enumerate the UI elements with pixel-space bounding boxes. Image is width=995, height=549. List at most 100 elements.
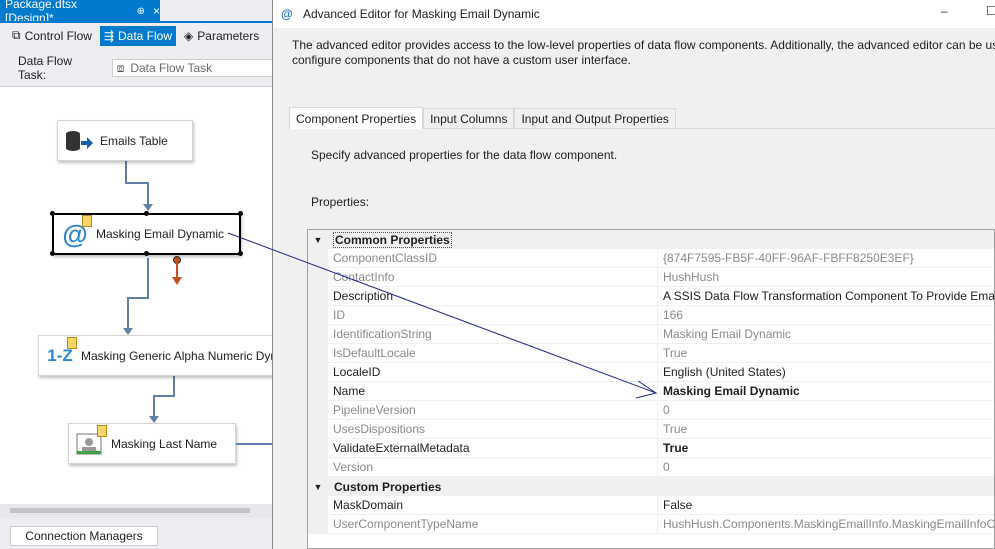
- property-value: HushHush.Components.MaskingEmailInfo.Mas…: [658, 515, 994, 534]
- selection-handle[interactable]: [50, 211, 55, 216]
- property-name: IsDefaultLocale: [328, 344, 658, 363]
- tab-data-flow[interactable]: ⇶ Data Flow: [99, 25, 177, 46]
- dialog-title: Advanced Editor for Masking Email Dynami…: [303, 7, 540, 21]
- node-label: Masking Generic Alpha Numeric Dynamic: [81, 348, 278, 363]
- property-value: HushHush: [658, 268, 994, 287]
- property-name: PipelineVersion: [328, 401, 658, 420]
- path-arrowhead: [123, 328, 133, 335]
- tab-parameters[interactable]: ◈ Parameters: [180, 26, 263, 46]
- design-canvas[interactable]: Emails Table @ Masking Email Dynamic 1-Z: [0, 86, 278, 504]
- selection-handle[interactable]: [50, 251, 55, 256]
- property-value: True: [658, 420, 994, 439]
- minimize-icon[interactable]: –: [941, 4, 948, 18]
- alpha-numeric-icon: 1-Z: [45, 336, 77, 371]
- path-line: [147, 258, 149, 298]
- collapse-icon[interactable]: ▼: [308, 230, 328, 249]
- tab-component-properties-label: Component Properties: [296, 111, 417, 126]
- property-value[interactable]: True: [658, 439, 994, 458]
- property-value: True: [658, 344, 994, 363]
- dialog-titlebar[interactable]: @ Advanced Editor for Masking Email Dyna…: [273, 0, 995, 28]
- close-icon[interactable]: ×: [153, 4, 160, 18]
- property-name: MaskDomain: [328, 496, 658, 515]
- package-designer: Package.dtsx [Design]* ⊕ × ⧉ Control Flo…: [0, 0, 278, 549]
- error-output-arrowhead: [172, 277, 182, 285]
- document-tab-underline: [0, 21, 275, 23]
- property-name: LocaleID: [328, 363, 658, 382]
- selection-handle[interactable]: [238, 211, 243, 216]
- path-line: [153, 395, 175, 397]
- pin-icon[interactable]: ⊕: [137, 6, 145, 17]
- person-card-icon: [75, 424, 107, 459]
- email-at-icon: @: [281, 7, 293, 21]
- tab-input-output-properties-label: Input and Output Properties: [521, 112, 669, 126]
- category-label: Common Properties: [333, 231, 452, 248]
- node-emails-table[interactable]: Emails Table: [57, 120, 193, 161]
- property-name: Description: [328, 287, 658, 306]
- property-value[interactable]: English (United States): [658, 363, 994, 382]
- collapse-icon[interactable]: ▼: [308, 477, 328, 496]
- property-row[interactable]: UserComponentTypeName HushHush.Component…: [308, 515, 994, 534]
- node-masking-last-name[interactable]: Masking Last Name: [68, 423, 236, 464]
- data-flow-task-label: Data Flow Task:: [18, 54, 73, 82]
- tab-control-flow-label: Control Flow: [24, 28, 92, 43]
- property-row[interactable]: IdentificationString Masking Email Dynam…: [308, 325, 994, 344]
- tab-data-flow-label: Data Flow: [118, 28, 173, 43]
- node-masking-email-dynamic[interactable]: @ Masking Email Dynamic: [52, 213, 241, 255]
- email-at-icon: @: [60, 215, 92, 249]
- property-row[interactable]: UsesDispositions True: [308, 420, 994, 439]
- property-name: ContactInfo: [328, 268, 658, 287]
- scrollbar-thumb[interactable]: [10, 508, 250, 513]
- path-arrowhead: [149, 416, 159, 423]
- property-row[interactable]: Version 0: [308, 458, 994, 477]
- property-row[interactable]: ValidateExternalMetadata True: [308, 439, 994, 458]
- canvas-horizontal-scrollbar[interactable]: [0, 504, 272, 518]
- parameters-icon: ◈: [184, 28, 194, 43]
- tab-parameters-label: Parameters: [197, 28, 260, 43]
- property-row[interactable]: MaskDomain False: [308, 496, 994, 515]
- category-row-custom[interactable]: ▼ Custom Properties: [308, 477, 994, 496]
- warning-icon: [67, 336, 77, 349]
- property-value[interactable]: Masking Email Dynamic: [658, 382, 994, 401]
- node-masking-generic-alpha-numeric[interactable]: 1-Z Masking Generic Alpha Numeric Dynami…: [38, 335, 278, 376]
- property-row[interactable]: ComponentClassID {874F7595-FB5F-40FF-96A…: [308, 249, 994, 268]
- property-name: UserComponentTypeName: [328, 515, 658, 534]
- property-grid[interactable]: ▼ Common Properties ComponentClassID {87…: [307, 229, 995, 549]
- node-label: Masking Last Name: [111, 436, 218, 451]
- property-row[interactable]: ContactInfo HushHush: [308, 268, 994, 287]
- property-row[interactable]: IsDefaultLocale True: [308, 344, 994, 363]
- data-flow-icon: ⇶: [103, 28, 114, 43]
- property-name: ComponentClassID: [328, 249, 658, 268]
- property-name: ValidateExternalMetadata: [328, 439, 658, 458]
- tab-input-columns[interactable]: Input Columns: [423, 108, 515, 129]
- control-flow-icon: ⧉: [12, 28, 21, 42]
- property-row[interactable]: Name Masking Email Dynamic: [308, 382, 994, 401]
- property-value: 0: [658, 401, 994, 420]
- maximize-icon[interactable]: ☐: [986, 4, 995, 18]
- connection-managers-tab[interactable]: Connection Managers: [10, 526, 158, 546]
- instruction-text: Specify advanced properties for the data…: [311, 148, 618, 162]
- selection-handle[interactable]: [144, 211, 149, 216]
- selection-handle[interactable]: [144, 251, 149, 256]
- property-value[interactable]: False: [658, 496, 994, 515]
- property-name: ID: [328, 306, 658, 325]
- document-tab[interactable]: Package.dtsx [Design]* ⊕ ×: [0, 0, 160, 25]
- database-source-icon: [64, 126, 94, 156]
- selection-handle[interactable]: [238, 251, 243, 256]
- property-row[interactable]: ID 166: [308, 306, 994, 325]
- property-row[interactable]: PipelineVersion 0: [308, 401, 994, 420]
- properties-label: Properties:: [311, 195, 370, 209]
- property-row[interactable]: Description A SSIS Data Flow Transformat…: [308, 287, 994, 306]
- path-line: [125, 182, 149, 184]
- tab-control-flow[interactable]: ⧉ Control Flow: [8, 26, 96, 46]
- tab-component-properties[interactable]: Component Properties: [289, 107, 424, 129]
- data-flow-task-value: Data Flow Task: [130, 61, 213, 75]
- property-row[interactable]: LocaleID English (United States): [308, 363, 994, 382]
- property-value[interactable]: A SSIS Data Flow Transformation Componen…: [658, 287, 994, 306]
- category-row-common[interactable]: ▼ Common Properties: [308, 230, 994, 249]
- designer-tabs: ⧉ Control Flow ⇶ Data Flow ◈ Parameters: [0, 24, 275, 47]
- category-label: Custom Properties: [334, 479, 442, 494]
- data-flow-task-select[interactable]: ⧈ Data Flow Task: [111, 59, 275, 77]
- tab-input-output-properties[interactable]: Input and Output Properties: [514, 108, 676, 129]
- tab-input-columns-label: Input Columns: [430, 112, 508, 126]
- property-value: 0: [658, 458, 994, 477]
